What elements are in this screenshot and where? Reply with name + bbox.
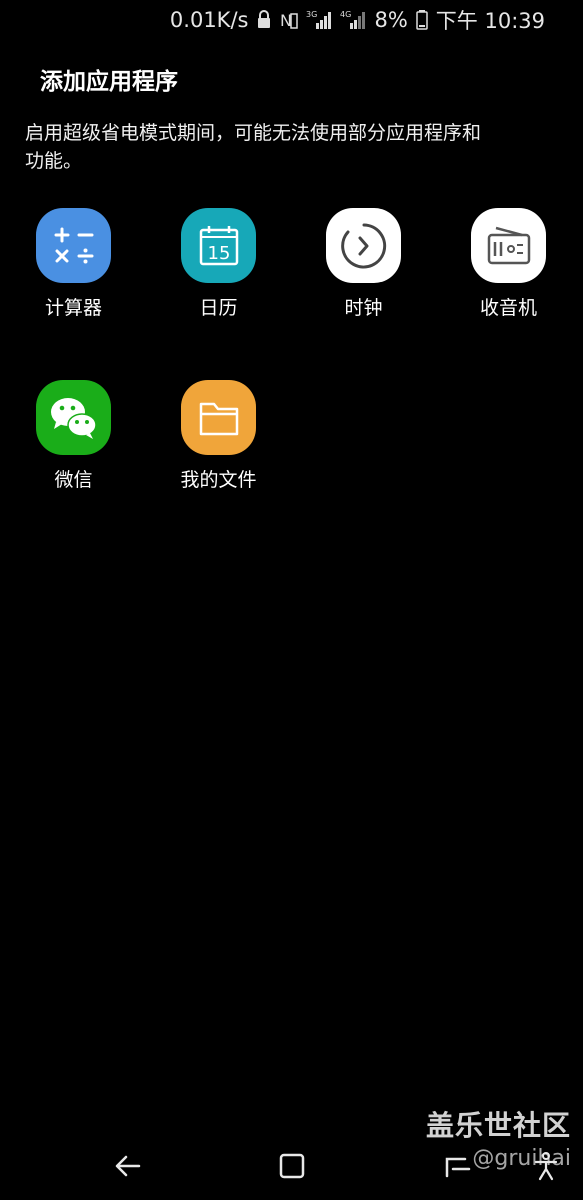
app-label: 时钟 <box>344 297 383 319</box>
app-calculator[interactable]: 计算器 <box>1 208 146 352</box>
folder-icon <box>181 380 256 455</box>
svg-text:N: N <box>280 11 292 30</box>
page-title: 添加应用程序 <box>40 69 178 95</box>
status-bar: 0.01K/s N 3G 4G 8% 下午 10:39 <box>0 0 583 40</box>
nfc-icon: N <box>280 10 299 30</box>
clock-icon <box>326 208 401 283</box>
back-arrow-icon <box>115 1155 141 1177</box>
clock-time: 下午 10:39 <box>435 9 545 33</box>
app-my-files[interactable]: 我的文件 <box>146 380 291 524</box>
description-text: 启用超级省电模式期间，可能无法使用部分应用程序和功能。 <box>25 122 482 172</box>
calendar-day: 15 <box>207 243 230 264</box>
home-button[interactable] <box>272 1146 312 1186</box>
net1-label: 3G <box>306 10 317 19</box>
battery-icon <box>416 10 428 30</box>
app-label: 我的文件 <box>180 469 257 491</box>
wechat-icon <box>36 380 111 455</box>
calculator-icon <box>36 208 111 283</box>
network-speed: 0.01K/s <box>169 8 249 32</box>
app-label: 微信 <box>54 469 93 491</box>
accessibility-icon <box>534 1152 558 1181</box>
signal-3g-icon: 3G <box>306 9 332 31</box>
app-wechat[interactable]: 微信 <box>1 380 146 524</box>
app-calendar[interactable]: 15 日历 <box>146 208 291 352</box>
back-button[interactable] <box>108 1146 148 1186</box>
signal-4g-icon: 4G <box>340 9 366 31</box>
home-square-icon <box>279 1153 305 1179</box>
app-label: 计算器 <box>44 297 102 319</box>
recents-button[interactable] <box>438 1146 478 1186</box>
app-clock[interactable]: 时钟 <box>291 208 436 352</box>
app-grid: 计算器 15 日历 时钟 收音机 微信 我的文件 <box>0 208 583 524</box>
battery-percent: 8% <box>374 8 408 32</box>
calendar-icon: 15 <box>181 208 256 283</box>
app-radio[interactable]: 收音机 <box>436 208 581 352</box>
recents-icon <box>445 1157 471 1178</box>
svg-text:4G: 4G <box>340 10 351 19</box>
app-label: 收音机 <box>479 297 537 319</box>
radio-icon <box>471 208 546 283</box>
navigation-bar <box>0 1130 583 1200</box>
accessibility-button[interactable] <box>526 1146 566 1186</box>
vpn-lock-icon <box>256 10 272 30</box>
app-label: 日历 <box>199 297 238 319</box>
screen: 0.01K/s N 3G 4G 8% 下午 10:39 添加应用程序 启用超级省… <box>0 0 583 1200</box>
